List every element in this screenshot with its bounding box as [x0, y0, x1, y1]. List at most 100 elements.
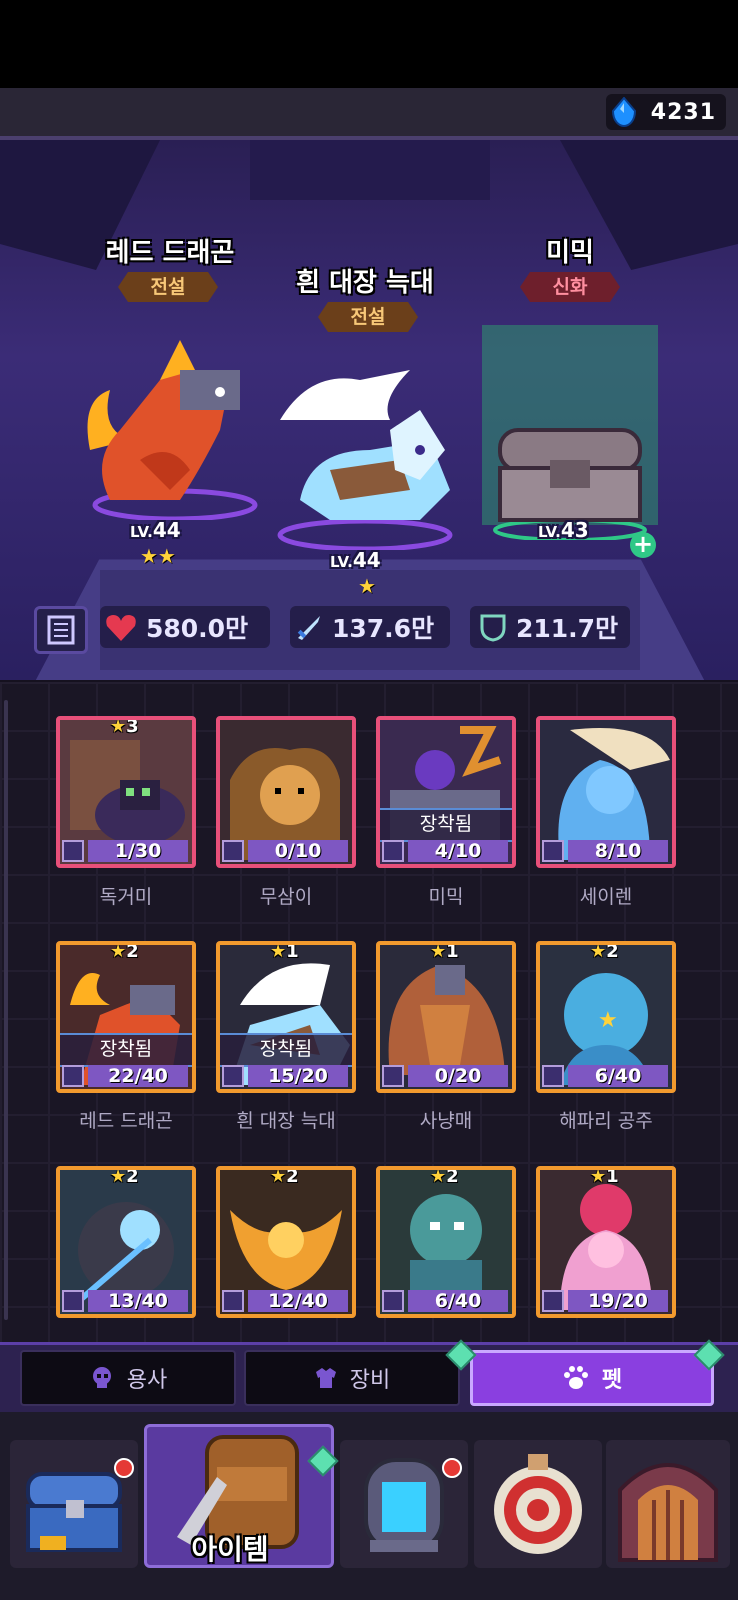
tab-label: 펫: [601, 1368, 623, 1393]
party-pet-level-3: LV.43: [538, 518, 589, 542]
dungeon-door-icon: [618, 1463, 718, 1562]
shard-icon: [382, 1290, 404, 1312]
shard-icon: [222, 1065, 244, 1087]
pet-card[interactable]: ★ ★2 6/40: [536, 941, 676, 1093]
pet-card[interactable]: ★2 6/40: [376, 1166, 516, 1318]
pet-shard-count: 1/30: [88, 840, 188, 862]
party-pet-grade-1: 전설: [118, 272, 218, 302]
pet-name: 독거미: [99, 886, 153, 908]
equipped-banner: 장착됨: [60, 1033, 192, 1067]
party-pet-grade-2: 전설: [318, 302, 418, 332]
tab-label: 용사: [126, 1368, 168, 1393]
pet-shard-count: 8/10: [568, 840, 668, 862]
pet-shard-count: 0/20: [408, 1065, 508, 1087]
pet-name: 레드 드래곤: [79, 1110, 173, 1132]
pet-shard-count: 13/40: [88, 1290, 188, 1312]
pet-name: 세이렌: [579, 886, 633, 908]
pet-card[interactable]: ★1 장착됨 15/20: [216, 941, 356, 1093]
equipped-banner: 장착됨: [380, 808, 512, 842]
pet-name: 사냥매: [419, 1110, 473, 1132]
shard-icon: [382, 1065, 404, 1087]
paw-icon: [563, 1366, 588, 1389]
pet-shard-count: 4/10: [408, 840, 508, 862]
tab-label: 장비: [349, 1368, 391, 1393]
heart-icon: [106, 615, 136, 641]
shard-icon: [542, 1065, 564, 1087]
pet-card[interactable]: 0/10: [216, 716, 356, 868]
gem-currency[interactable]: 4231: [606, 94, 726, 130]
tab-hero[interactable]: 용사: [20, 1350, 236, 1406]
skull-icon: [92, 1367, 111, 1388]
star-rank: ★1: [270, 941, 299, 962]
pet-name: 무삼이: [259, 886, 313, 908]
pet-name: 해파리 공주: [559, 1110, 653, 1132]
pet-shard-count: 12/40: [248, 1290, 348, 1312]
list-icon: [47, 615, 75, 645]
pet-card[interactable]: ★1 19/20: [536, 1166, 676, 1318]
equipped-banner: 장착됨: [220, 1033, 352, 1067]
nav-dungeon[interactable]: [606, 1440, 730, 1568]
add-pet-icon[interactable]: +: [630, 532, 656, 558]
party-pet-level-1: LV.44: [130, 518, 181, 542]
shard-icon: [542, 840, 564, 862]
star-rank: ★3: [110, 716, 139, 737]
star-rank: ★2: [590, 941, 619, 962]
star-rank: ★2: [110, 941, 139, 962]
pet-shard-count: 15/20: [248, 1065, 348, 1087]
party-pet-level-2: LV.44: [330, 548, 381, 572]
blue-gem-icon: [611, 97, 636, 127]
pet-card[interactable]: 장착됨 4/10: [376, 716, 516, 868]
hp-stat: 580.0만: [100, 606, 270, 648]
attack-stat: 137.6만: [290, 606, 450, 648]
party-pet-name-2: 흰 대장 늑대: [296, 268, 434, 298]
notification-dot-icon: [442, 1458, 462, 1478]
shard-icon: [382, 840, 404, 862]
white-wolf-sprite[interactable]: [270, 360, 460, 550]
pet-shard-count: 0/10: [248, 840, 348, 862]
armor-icon: [315, 1368, 336, 1388]
attack-value: 137.6만: [332, 614, 435, 643]
shard-icon: [62, 1290, 84, 1312]
pet-shard-count: 6/40: [408, 1290, 508, 1312]
shard-icon: [222, 1290, 244, 1312]
pet-card[interactable]: 8/10: [536, 716, 676, 868]
notification-dot-icon: [114, 1458, 134, 1478]
star-rank: ★2: [110, 1166, 139, 1187]
nav-challenge[interactable]: [474, 1440, 602, 1568]
star-rank: ★2: [270, 1166, 299, 1187]
red-dragon-sprite[interactable]: [70, 320, 260, 520]
svg-text:★: ★: [598, 1008, 618, 1033]
pet-shard-count: 6/40: [568, 1065, 668, 1087]
pet-card[interactable]: ★2 장착됨 22/40: [56, 941, 196, 1093]
shard-icon: [542, 1290, 564, 1312]
defense-stat: 211.7만: [470, 606, 630, 648]
pet-card[interactable]: ★3 1/30: [56, 716, 196, 868]
shard-icon: [62, 840, 84, 862]
shield-icon: [480, 614, 506, 642]
defense-value: 211.7만: [516, 614, 619, 643]
shard-icon: [222, 840, 244, 862]
pet-shard-count: 19/20: [568, 1290, 668, 1312]
star-rank: ★2: [430, 1166, 459, 1187]
party-pet-grade-3: 신화: [520, 272, 620, 302]
nav-active-label: 아이템: [191, 1533, 269, 1566]
status-bar-area: [0, 0, 738, 88]
pet-card[interactable]: ★2 12/40: [216, 1166, 356, 1318]
pet-shard-count: 22/40: [88, 1065, 188, 1087]
hp-value: 580.0만: [146, 614, 249, 643]
party-info-button[interactable]: [34, 606, 88, 654]
pet-card[interactable]: ★1 0/20: [376, 941, 516, 1093]
tab-equipment[interactable]: 장비: [244, 1350, 460, 1406]
gem-amount: 4231: [650, 99, 716, 125]
pet-card[interactable]: ★2 13/40: [56, 1166, 196, 1318]
party-pet-stars-1: ★★: [140, 544, 176, 568]
pet-name: 미믹: [428, 886, 464, 908]
target-icon: [494, 1454, 582, 1554]
scrollbar[interactable]: [4, 700, 8, 1320]
pet-name: 흰 대장 늑대: [236, 1110, 336, 1132]
shard-icon: [62, 1065, 84, 1087]
tab-pet[interactable]: 펫: [470, 1350, 714, 1406]
party-pet-name-1: 레드 드래곤: [105, 238, 235, 268]
star-rank: ★1: [430, 941, 459, 962]
sword-icon: [297, 616, 320, 640]
